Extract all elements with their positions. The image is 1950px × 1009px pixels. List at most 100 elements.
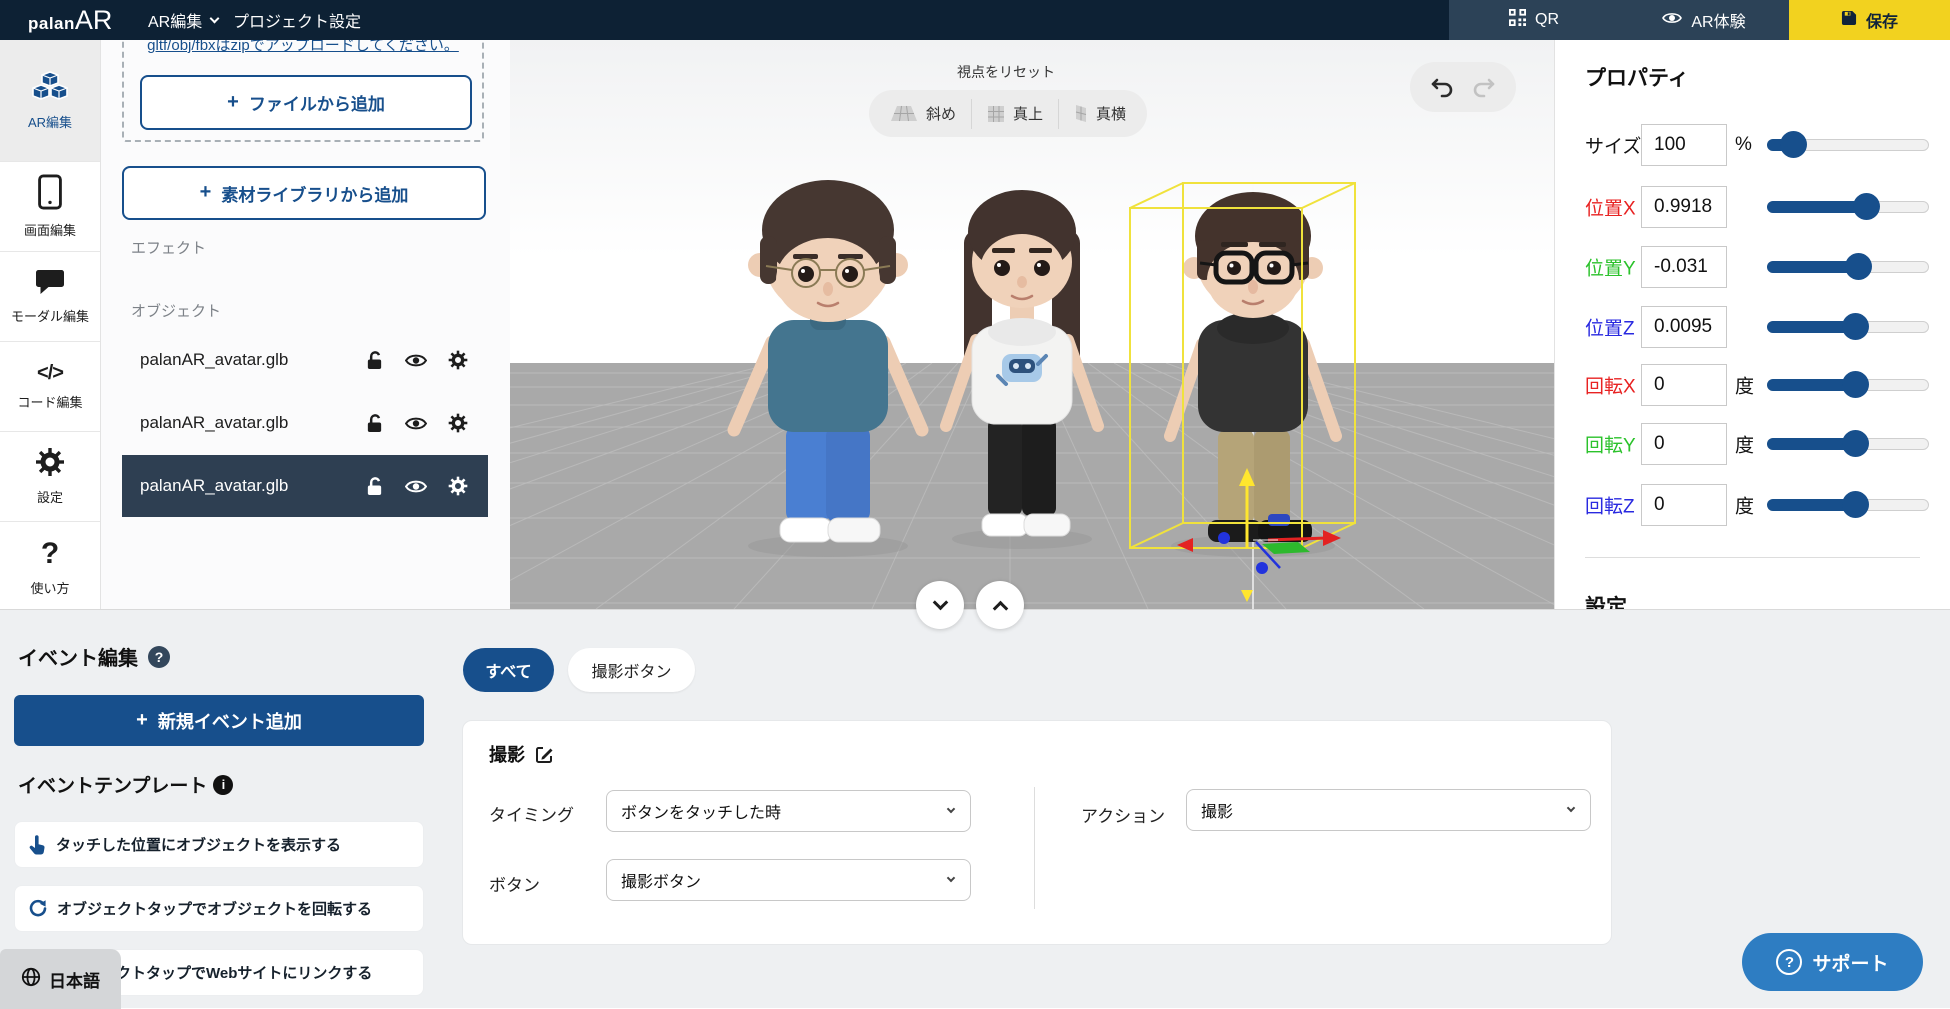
object-settings-button[interactable] xyxy=(448,476,468,496)
action-select[interactable]: 撮影 xyxy=(1186,789,1591,831)
view-button-斜め[interactable]: 斜め xyxy=(875,99,971,129)
slider-handle[interactable] xyxy=(1842,491,1869,518)
property-slider[interactable] xyxy=(1767,438,1929,450)
app-logo[interactable]: palan AR xyxy=(28,0,112,40)
property-value-input[interactable]: 0 xyxy=(1641,484,1727,526)
slider-handle[interactable] xyxy=(1853,193,1880,220)
object-name: palanAR_avatar.glb xyxy=(140,413,365,433)
upload-dropzone[interactable]: gltf/obj/fbxはzipでアップロードしてください。 + ファイルから追… xyxy=(122,40,484,142)
upload-hint-link[interactable]: gltf/obj/fbxはzipでアップロードしてください。 xyxy=(124,40,482,55)
add-from-file-button[interactable]: + ファイルから追加 xyxy=(140,75,472,130)
slider-handle[interactable] xyxy=(1845,253,1872,280)
lock-toggle-button[interactable] xyxy=(365,476,384,497)
button-select[interactable]: 撮影ボタン xyxy=(606,859,971,901)
slider-handle[interactable] xyxy=(1780,131,1807,158)
support-button[interactable]: ? サポート xyxy=(1742,933,1923,991)
save-label: 保存 xyxy=(1866,8,1898,32)
lock-toggle-button[interactable] xyxy=(365,413,384,434)
view-button-真上[interactable]: 真上 xyxy=(971,99,1058,129)
event-template-button[interactable]: タッチした位置にオブジェクトを表示する xyxy=(14,821,424,868)
question-icon: ? xyxy=(41,537,59,571)
settings-section-title: 設定 xyxy=(1585,591,1627,609)
edit-icon[interactable] xyxy=(535,745,554,764)
property-slider[interactable] xyxy=(1767,379,1929,391)
object-settings-button[interactable] xyxy=(448,413,468,433)
event-tab-撮影ボタン[interactable]: 撮影ボタン xyxy=(568,648,695,692)
sidebar-item-label: 使い方 xyxy=(30,578,69,597)
sidebar-item-label: 設定 xyxy=(37,487,63,506)
collapse-event-panel-button[interactable] xyxy=(916,581,964,629)
visibility-toggle-button[interactable] xyxy=(405,479,427,494)
property-row: 位置X0.9918 xyxy=(1555,185,1950,229)
visibility-toggle-button[interactable] xyxy=(405,416,427,431)
property-slider[interactable] xyxy=(1767,139,1929,151)
slider-handle[interactable] xyxy=(1842,430,1869,457)
add-event-button[interactable]: + 新規イベント追加 xyxy=(14,695,424,746)
3d-viewport[interactable]: 視点をリセット 斜め真上真横 xyxy=(510,40,1554,609)
object-row[interactable]: palanAR_avatar.glb xyxy=(122,392,488,454)
sidebar-item-ar-edit[interactable]: AR編集 xyxy=(0,40,100,162)
nav-project-settings[interactable]: プロジェクト設定 xyxy=(233,0,361,40)
property-slider[interactable] xyxy=(1767,321,1929,333)
property-slider[interactable] xyxy=(1767,499,1929,511)
sidebar-item-help[interactable]: ? 使い方 xyxy=(0,522,100,609)
timing-label: タイミング xyxy=(489,801,574,826)
object-row[interactable]: palanAR_avatar.glb xyxy=(122,329,488,391)
sidebar-item-code-edit[interactable]: </>コード編集 xyxy=(0,342,100,432)
avatar-3-selected[interactable] xyxy=(1170,192,1336,542)
eye-icon xyxy=(1662,11,1682,30)
property-slider[interactable] xyxy=(1767,201,1929,213)
property-value-input[interactable]: 0 xyxy=(1641,364,1727,406)
save-icon xyxy=(1841,10,1857,31)
property-slider[interactable] xyxy=(1767,261,1929,273)
expand-event-panel-button[interactable] xyxy=(976,581,1024,629)
event-template-button[interactable]: オブジェクトタップでオブジェクトを回転する xyxy=(14,885,424,932)
add-from-library-button[interactable]: + 素材ライブラリから追加 xyxy=(122,166,486,220)
language-button[interactable]: 日本語 xyxy=(0,949,121,1009)
sidebar-item-label: モーダル編集 xyxy=(11,306,89,325)
event-tab-すべて[interactable]: すべて xyxy=(463,648,554,692)
logo-text-ar: AR xyxy=(75,0,113,40)
slider-handle[interactable] xyxy=(1842,313,1869,340)
ar-preview-button[interactable]: AR体験 xyxy=(1619,0,1789,40)
object-row[interactable]: palanAR_avatar.glb xyxy=(122,455,488,517)
view-button-真横[interactable]: 真横 xyxy=(1058,99,1141,129)
plus-icon: + xyxy=(136,710,148,730)
property-value-input[interactable]: 0 xyxy=(1641,423,1727,465)
sidebar-item-modal-edit[interactable]: モーダル編集 xyxy=(0,252,100,342)
topbar-tools: QR AR体験 xyxy=(1449,0,1789,40)
undo-button[interactable] xyxy=(1429,76,1455,98)
event-card-shooting: 撮影 タイミング ボタンをタッチした時 ボタン 撮影ボタン アクション 撮影 xyxy=(462,720,1612,945)
topbar: palan AR AR編集 プロジェクト設定 QR AR体験 保存 xyxy=(0,0,1950,40)
properties-title: プロパティ xyxy=(1585,62,1689,92)
property-value-input[interactable]: -0.031 xyxy=(1641,246,1727,288)
property-value-input[interactable]: 100 xyxy=(1641,124,1727,166)
chevron-up-icon xyxy=(992,600,1008,616)
chevron-down-icon xyxy=(1567,804,1575,812)
property-unit: 度 xyxy=(1735,431,1754,458)
slider-handle[interactable] xyxy=(1842,371,1869,398)
event-template-label: オブジェクトタップでオブジェクトを回転する xyxy=(57,898,372,919)
sidebar-item-settings[interactable]: 設定 xyxy=(0,432,100,522)
qr-label: QR xyxy=(1535,11,1559,29)
redo-button[interactable] xyxy=(1471,76,1497,98)
grid-oblique-icon xyxy=(890,105,918,122)
visibility-toggle-button[interactable] xyxy=(405,353,427,368)
avatar-2[interactable] xyxy=(946,190,1098,536)
info-icon[interactable]: i xyxy=(213,775,233,795)
help-circle-icon[interactable]: ? xyxy=(148,646,170,668)
object-settings-button[interactable] xyxy=(448,350,468,370)
timing-select[interactable]: ボタンをタッチした時 xyxy=(606,790,971,832)
qr-button[interactable]: QR xyxy=(1449,0,1619,40)
sidebar-item-label: コード編集 xyxy=(17,392,82,411)
nav-ar-edit-menu[interactable]: AR編集 xyxy=(148,0,218,40)
lock-toggle-button[interactable] xyxy=(365,350,384,371)
property-value-input[interactable]: 0.0095 xyxy=(1641,306,1727,348)
sidebar-item-screen-edit[interactable]: 画面編集 xyxy=(0,162,100,252)
property-value-input[interactable]: 0.9918 xyxy=(1641,186,1727,228)
avatar-1[interactable] xyxy=(734,180,922,542)
eye-icon xyxy=(405,416,427,431)
event-editor-title: イベント編集 xyxy=(18,642,138,671)
lock-open-icon xyxy=(365,350,384,371)
save-button[interactable]: 保存 xyxy=(1789,0,1950,40)
